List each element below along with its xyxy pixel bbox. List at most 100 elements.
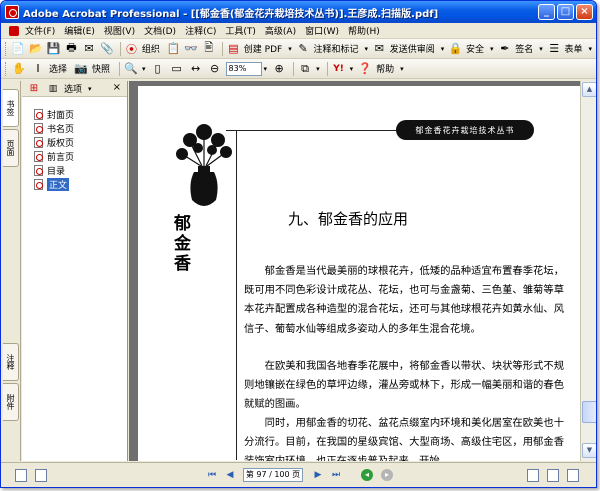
chevron-down-icon[interactable]: ▾: [264, 65, 268, 73]
chevron-down-icon[interactable]: ▾: [539, 45, 543, 53]
create-pdf-icon[interactable]: ▤: [226, 41, 241, 57]
send-review-icon[interactable]: ✉: [372, 41, 387, 57]
chevron-down-icon[interactable]: ▾: [142, 65, 146, 73]
show-navigation-icon[interactable]: [15, 469, 27, 482]
chevron-down-icon[interactable]: ▾: [589, 45, 593, 53]
single-page-layout-icon[interactable]: [527, 469, 539, 482]
save-icon[interactable]: 💾: [46, 41, 61, 57]
fit-page-icon[interactable]: ▭: [169, 61, 185, 77]
chevron-down-icon[interactable]: ▾: [350, 65, 354, 73]
print-icon[interactable]: 🖶: [64, 41, 79, 57]
chevron-down-icon[interactable]: ▾: [288, 45, 292, 53]
send-review-button[interactable]: 发送供审阅: [390, 42, 435, 55]
comment-icon[interactable]: ✎: [296, 41, 311, 57]
new-bookmark-icon[interactable]: ⊞: [26, 81, 42, 97]
last-page-icon[interactable]: ⏭: [329, 469, 343, 482]
chevron-down-icon[interactable]: ▾: [490, 45, 494, 53]
previous-view-icon[interactable]: ◂: [361, 469, 373, 481]
clipboard-icon[interactable]: 📋: [166, 41, 181, 57]
zoom-in-icon[interactable]: ⊕: [271, 61, 287, 77]
snapshot-button[interactable]: 快照: [92, 62, 110, 75]
first-page-icon[interactable]: ⏮: [205, 469, 219, 482]
menu-edit[interactable]: 编辑(E): [64, 24, 95, 37]
bookmark-item[interactable]: 版权页: [34, 135, 74, 149]
create-pdf-button[interactable]: 创建 PDF: [244, 42, 282, 55]
open-folder-icon[interactable]: 📂: [29, 41, 44, 57]
scroll-down-icon[interactable]: ▼: [582, 443, 596, 458]
organize-button[interactable]: 组织: [142, 42, 160, 55]
title-bar[interactable]: Adobe Acrobat Professional - [[郁金香(郁金花卉栽…: [1, 1, 596, 23]
sign-button[interactable]: 签名: [515, 42, 533, 55]
camera-icon[interactable]: 📷: [73, 61, 89, 77]
bookmark-item[interactable]: 书名页: [34, 121, 74, 135]
bookmark-item[interactable]: 封面页: [34, 107, 74, 121]
next-page-icon[interactable]: ▶: [311, 469, 325, 482]
menu-window[interactable]: 窗口(W): [305, 24, 339, 37]
delete-bookmark-icon[interactable]: ▥: [45, 81, 61, 97]
close-panel-icon[interactable]: ×: [113, 82, 121, 93]
bookmark-item[interactable]: 目录: [34, 163, 74, 177]
facing-layout-icon[interactable]: [567, 469, 579, 482]
help-icon[interactable]: ❓: [357, 61, 373, 77]
secure-button[interactable]: 安全: [466, 42, 484, 55]
minimize-button[interactable]: _: [538, 4, 555, 20]
scroll-up-icon[interactable]: ▲: [582, 82, 596, 97]
tab-attachments[interactable]: 附件: [3, 383, 19, 421]
menu-file[interactable]: 文件(F): [25, 24, 55, 37]
organizer-icon[interactable]: ⦿: [124, 41, 139, 57]
menu-tools[interactable]: 工具(T): [225, 24, 256, 37]
pdf-page[interactable]: 郁金香花卉栽培技术丛书 郁金香 九、郁金香的应用 郁金香是当代最美丽的球根花卉，…: [138, 86, 580, 461]
menu-document[interactable]: 文档(D): [144, 24, 176, 37]
zoom-level-input[interactable]: 83%: [225, 61, 262, 76]
zoom-out-icon[interactable]: ⊖: [207, 61, 223, 77]
fit-width-icon[interactable]: ↔: [188, 61, 204, 77]
scroll-thumb[interactable]: [582, 401, 596, 423]
page-layout-icon[interactable]: ⧉: [297, 61, 313, 77]
bookmark-options-button[interactable]: 选项: [64, 82, 82, 95]
toolbar-grip[interactable]: [5, 41, 8, 56]
hand-tool-icon[interactable]: ✋: [11, 61, 27, 77]
menu-view[interactable]: 视图(V): [104, 24, 135, 37]
forms-button[interactable]: 表单: [565, 42, 583, 55]
previous-page-icon[interactable]: ◀: [223, 469, 237, 482]
document-menu-icon[interactable]: [9, 25, 19, 36]
menu-comments[interactable]: 注释(C): [185, 24, 216, 37]
lock-icon[interactable]: 🔒: [448, 41, 463, 57]
maximize-button[interactable]: □: [557, 4, 574, 20]
document-view[interactable]: 郁金香花卉栽培技术丛书 郁金香 九、郁金香的应用 郁金香是当代最美丽的球根花卉，…: [129, 81, 580, 461]
acrobat-app-icon[interactable]: [5, 5, 19, 19]
continuous-layout-icon[interactable]: [547, 469, 559, 482]
menu-advanced[interactable]: 高级(A): [265, 24, 296, 37]
toolbar-grip[interactable]: [5, 61, 8, 76]
chevron-down-icon[interactable]: ▾: [441, 45, 445, 53]
page-size-icon[interactable]: [35, 469, 47, 482]
pen-icon[interactable]: ✒: [498, 41, 513, 57]
tab-bookmarks[interactable]: 书签: [3, 89, 19, 127]
chevron-down-icon[interactable]: ▾: [316, 65, 320, 73]
help-button[interactable]: 帮助: [376, 62, 394, 75]
chevron-down-icon[interactable]: ▾: [400, 65, 404, 73]
zoom-tool-icon[interactable]: 🔍: [123, 61, 139, 77]
chevron-down-icon[interactable]: ▾: [364, 45, 368, 53]
tab-pages[interactable]: 页面: [3, 129, 19, 167]
chevron-down-icon[interactable]: ▾: [88, 85, 92, 93]
comment-markup-button[interactable]: 注释和标记: [313, 42, 358, 55]
select-tool-icon[interactable]: I: [30, 61, 46, 77]
vertical-scrollbar[interactable]: ▲ ▼: [580, 81, 596, 461]
email-icon[interactable]: ✉: [82, 41, 97, 57]
select-button[interactable]: 选择: [49, 62, 67, 75]
menu-help[interactable]: 帮助(H): [348, 24, 380, 37]
create-new-icon[interactable]: 📄: [11, 41, 26, 57]
bookmark-item[interactable]: 前言页: [34, 149, 74, 163]
next-view-icon[interactable]: ▸: [381, 469, 393, 481]
form-icon[interactable]: ☰: [547, 41, 562, 57]
yahoo-icon[interactable]: Y!: [331, 61, 347, 77]
stamp-icon[interactable]: 🖹: [201, 41, 216, 57]
close-button[interactable]: ×: [576, 4, 593, 20]
page-number-field[interactable]: 第 97 / 100 页: [243, 468, 303, 482]
tab-comments[interactable]: 注释: [3, 343, 19, 381]
binoculars-icon[interactable]: 👓: [184, 41, 199, 57]
attach-icon[interactable]: 📎: [100, 41, 115, 57]
bookmark-item-selected[interactable]: 正文: [34, 177, 74, 191]
actual-size-icon[interactable]: ▯: [150, 61, 166, 77]
